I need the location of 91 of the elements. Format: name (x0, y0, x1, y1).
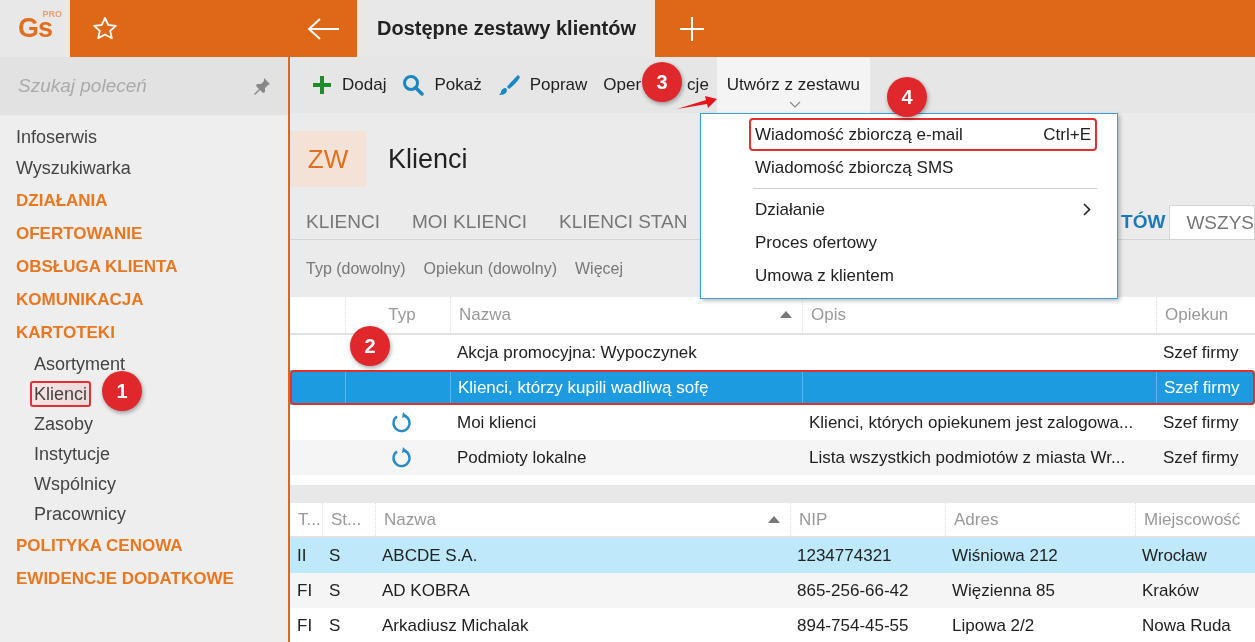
toolbar-button[interactable]: Pokaż (394, 57, 490, 113)
plus-icon (312, 75, 332, 95)
chevron-down-icon (788, 101, 801, 108)
table-cell: Szef firmy (1164, 377, 1240, 398)
table-cell: Podmioty lokalne (457, 447, 587, 468)
module-badge: ZW (290, 131, 366, 187)
sidebar-category[interactable]: KARTOTEKI (16, 316, 115, 349)
column-header[interactable]: Miejscowość (1135, 503, 1255, 536)
page-title: Klienci (388, 143, 468, 175)
table-cell: 1234774321 (797, 545, 892, 566)
column-header[interactable]: Adres (945, 503, 1135, 536)
sidebar-item[interactable]: Instytucje (30, 441, 115, 467)
menu-item[interactable]: Proces ofertowy (749, 226, 1097, 259)
sidebar-category[interactable]: OFERTOWANIE (16, 217, 143, 250)
column-header[interactable]: Opiekun (1156, 297, 1255, 333)
table-row[interactable]: Klienci, którzy kupili wadliwą sofę Szef firmy (290, 370, 1255, 405)
table-row[interactable]: II S ABCDE S.A. 1234774321 Wiśniowa 212 Wrocław (290, 538, 1255, 573)
search-input[interactable]: Szukaj poleceń (18, 75, 238, 97)
table-cell: Kraków (1142, 580, 1199, 601)
table-cell: S (329, 580, 341, 601)
table-cell: FI (297, 580, 313, 601)
table-cell: Szef firmy (1163, 447, 1239, 468)
table-cell: Arkadiusz Michalak (382, 615, 529, 636)
tab[interactable]: MOI KLIENCI (395, 205, 543, 239)
table-cell: Szef firmy (1163, 342, 1239, 363)
table-cell: Lista wszystkich podmiotów z miasta Wr... (809, 447, 1126, 468)
table-cell: 894-754-45-55 (797, 615, 909, 636)
sidebar-item[interactable]: Pracownicy (30, 501, 131, 527)
shortcut-label: Ctrl+E (1043, 124, 1091, 145)
table-cell: AD KOBRA (382, 580, 470, 601)
menu-item[interactable]: Umowa z klientem (749, 259, 1097, 292)
table-row[interactable]: FI S AD KOBRA 865-256-66-42 Więzienna 85 Kraków (290, 573, 1255, 608)
table-cell: Więzienna 85 (952, 580, 1055, 601)
table-cell: Moi klienci (457, 412, 537, 433)
sidebar-item[interactable]: Wspólnicy (30, 471, 121, 497)
pin-icon[interactable] (252, 76, 272, 96)
brush-icon (497, 74, 520, 96)
sidebar-item[interactable]: Infoserwis (16, 122, 98, 153)
sidebar-item[interactable]: Zasoby (30, 411, 98, 437)
toolbar-button[interactable]: Dodaj (304, 57, 395, 113)
star-icon[interactable] (92, 15, 118, 42)
back-arrow-icon[interactable] (307, 17, 341, 40)
table-cell: II (297, 545, 307, 566)
table-cell: FI (297, 615, 313, 636)
filter-link[interactable]: Opiekun (dowolny) (423, 259, 557, 278)
sidebar-category[interactable]: POLITYKA CENOWA (16, 529, 183, 562)
table-cell: Akcja promocyjna: Wypoczynek (457, 342, 697, 363)
refresh-icon (390, 446, 412, 469)
tab[interactable]: KLIENCI STAN (543, 205, 704, 239)
chevron-right-icon (1083, 203, 1091, 216)
sidebar-category[interactable]: DZIAŁANIA (16, 184, 108, 217)
sort-arrow-icon[interactable] (768, 515, 780, 523)
table-cell: Nowa Ruda (1142, 615, 1231, 636)
table-row[interactable]: FI S Arkadiusz Michalak 894-754-45-55 Lipowa 2/2 Nowa Ruda (290, 608, 1255, 642)
table-cell: 865-256-66-42 (797, 580, 909, 601)
pro-label: PRO (42, 9, 62, 19)
refresh-icon (390, 411, 412, 434)
tab[interactable]: TÓW (1117, 205, 1170, 239)
sidebar-item[interactable]: Klienci (30, 381, 92, 407)
table-cell: Lipowa 2/2 (952, 615, 1035, 636)
plus-icon[interactable] (679, 15, 705, 42)
toolbar-button[interactable]: Utwórz z zestawu (716, 57, 871, 113)
window-tab[interactable]: Dostępne zestawy klientów (357, 0, 655, 57)
tab[interactable]: KLIENCI (290, 205, 396, 239)
filter-link[interactable]: Typ (dowolny) (306, 259, 406, 278)
tab[interactable]: WSZYS (1169, 205, 1255, 239)
table-cell: S (329, 615, 341, 636)
table-cell: ABCDE S.A. (382, 545, 478, 566)
column-header[interactable]: St... (322, 503, 375, 536)
filter-link[interactable]: Więcej (575, 259, 623, 278)
menu-item[interactable]: Wiadomość zbiorczą SMS (749, 151, 1097, 184)
sort-arrow-icon[interactable] (780, 311, 792, 318)
search-icon (402, 74, 425, 96)
search-field[interactable]: Szukaj poleceń (0, 57, 288, 115)
table-row[interactable]: Podmioty lokalne Lista wszystkich podmiotów z miasta Wr... Szef firmy (290, 440, 1255, 475)
menu-item[interactable]: Wiadomość zbiorczą e-mail Ctrl+E (749, 118, 1097, 151)
table-cell: Wrocław (1142, 545, 1207, 566)
sidebar-category[interactable]: KOMUNIKACJA (16, 283, 144, 316)
table-cell: S (329, 545, 341, 566)
column-header[interactable]: NIP (790, 503, 945, 536)
column-header[interactable]: Nazwa (375, 503, 790, 536)
sidebar-category[interactable]: EWIDENCJE DODATKOWE (16, 562, 234, 595)
menu-item[interactable]: Działanie (749, 193, 1097, 226)
table-cell: Szef firmy (1163, 412, 1239, 433)
table-cell: Wiśniowa 212 (952, 545, 1058, 566)
sidebar-category[interactable]: OBSŁUGA KLIENTA (16, 250, 178, 283)
column-header[interactable]: T... (290, 503, 322, 536)
sidebar-item[interactable]: Wyszukiwarka (16, 153, 131, 184)
table-cell: Klienci, którzy kupili wadliwą sofę (458, 377, 709, 398)
toolbar-button[interactable]: Popraw (489, 57, 596, 113)
table-cell: Klienci, których opiekunem jest zalogowa... (809, 412, 1134, 433)
